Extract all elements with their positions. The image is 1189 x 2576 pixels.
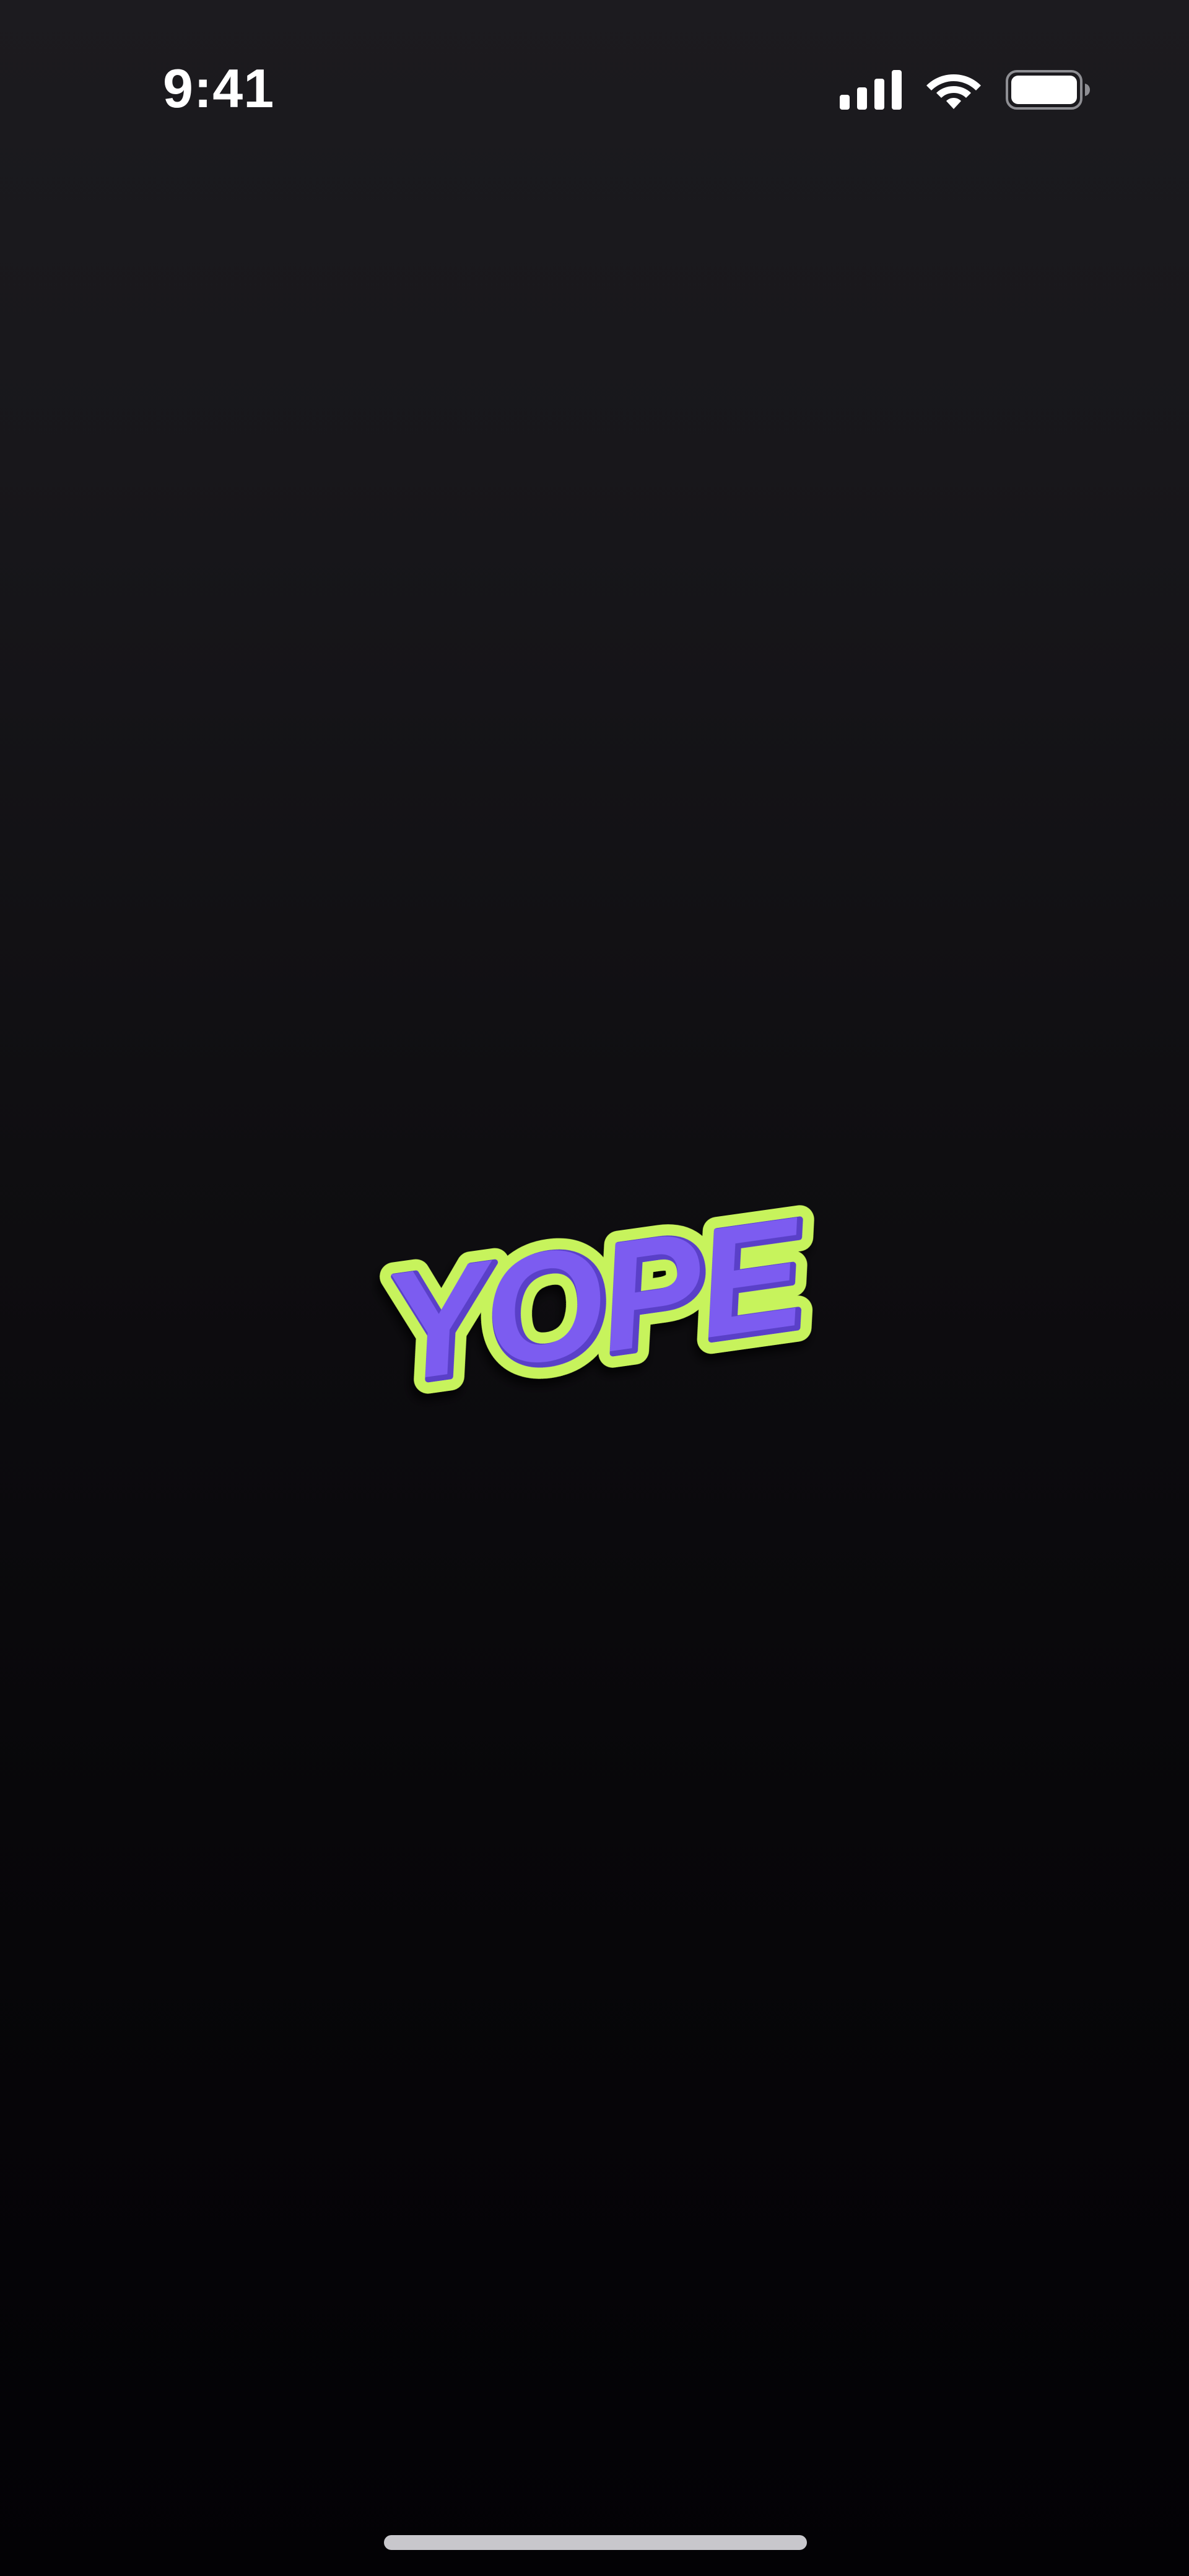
status-icons <box>840 62 1090 118</box>
status-bar: 9:41 <box>0 0 1189 180</box>
logo-fill-text: YOPE <box>373 1202 816 1414</box>
yope-logo-graphic: YOPE YOPE YOPE <box>372 1202 817 1425</box>
cellular-signal-icon <box>840 62 902 118</box>
battery-icon <box>1006 62 1090 118</box>
yope-logo: YOPE YOPE YOPE <box>372 1202 817 1425</box>
status-time: 9:41 <box>163 58 275 119</box>
home-indicator[interactable] <box>384 2535 807 2550</box>
wifi-icon <box>925 62 982 118</box>
